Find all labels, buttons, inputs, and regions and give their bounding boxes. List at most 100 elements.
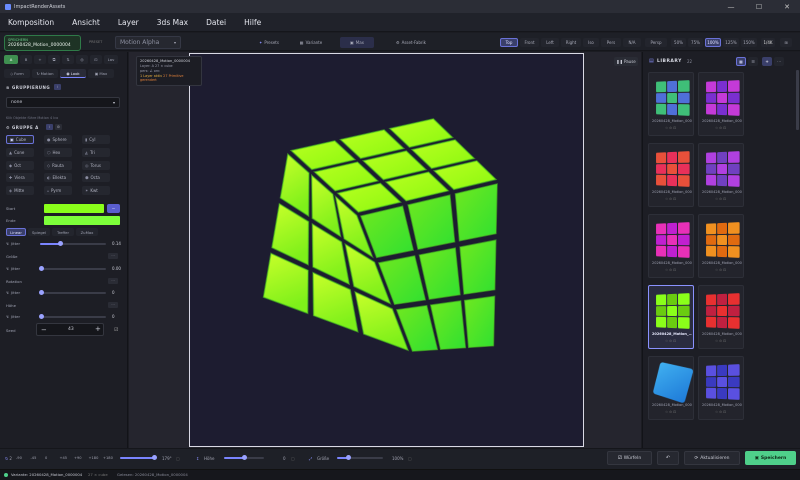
pause-button[interactable]: ❚❚ Pause	[614, 57, 638, 66]
interp-treffer[interactable]: Treffer	[52, 228, 74, 236]
view-na[interactable]: N/A	[623, 38, 641, 47]
maximize-button[interactable]: ☐	[746, 0, 772, 13]
shape-button-viera[interactable]: ✚ Viera	[6, 173, 34, 182]
interp-linear[interactable]: Linear	[6, 228, 26, 236]
interp-zumax[interactable]: ZuMax	[76, 228, 98, 236]
layer-a-tab[interactable]: A	[4, 55, 18, 64]
dice-icon[interactable]: ⚂	[114, 327, 118, 333]
add-layer-icon[interactable]: +	[34, 55, 46, 64]
interp-spiegel[interactable]: Spiegel	[28, 228, 50, 236]
menu-datei[interactable]: Datei	[206, 18, 226, 27]
shape-button-cone[interactable]: ▲ Cone	[6, 148, 34, 157]
library-card-actions-icon[interactable]: ☆ ⊙ ⊡	[665, 410, 676, 414]
menu-layer[interactable]: Layer	[118, 18, 139, 27]
lock-icon[interactable]: ⊡	[90, 55, 102, 64]
library-card-actions-icon[interactable]: ☆ ⊙ ⊡	[665, 268, 676, 272]
start-color-swatch[interactable]	[44, 204, 104, 213]
menu-komposition[interactable]: Komposition	[8, 18, 54, 27]
hoehe-slider[interactable]	[224, 457, 264, 459]
seed-increment-button[interactable]: +	[95, 325, 101, 333]
rotation-preset-button[interactable]: -45	[31, 451, 37, 465]
visibility-icon[interactable]: ◎	[76, 55, 88, 64]
tab-look[interactable]: ◉ Look	[60, 69, 86, 78]
library-card[interactable]: 20260428_Motion_000... ☆ ⊙ ⊡	[698, 285, 744, 349]
seed-decrement-button[interactable]: −	[41, 326, 47, 334]
shape-button-tri[interactable]: ◭ Tri	[82, 148, 110, 157]
tab-form[interactable]: ◇ Form	[4, 69, 30, 78]
menu-ansicht[interactable]: Ansicht	[72, 18, 100, 27]
library-card-actions-icon[interactable]: ☆ ⊙ ⊡	[715, 410, 726, 414]
resolution-4k[interactable]: 1/4K	[761, 38, 775, 47]
rotation-slider[interactable]	[120, 457, 156, 459]
shape-button-octa[interactable]: ⬢ Octa	[82, 173, 110, 182]
end-color-swatch[interactable]	[44, 216, 120, 225]
jitter-slider-4[interactable]	[40, 292, 106, 294]
close-button[interactable]: ✕	[774, 0, 800, 13]
library-card[interactable]: 20260428_Motion_000... ☆ ⊙ ⊡	[698, 214, 744, 278]
rotation-reset-icon[interactable]: ▢	[176, 451, 180, 465]
tab-max-left[interactable]: ▣ Max	[88, 69, 114, 78]
view-pers[interactable]: Pers	[601, 38, 621, 47]
jitter-slider-6[interactable]	[40, 316, 106, 318]
preset-select[interactable]: Motion Alpha ▾	[115, 36, 181, 49]
gruppe-a-info-icon[interactable]: i	[46, 124, 53, 130]
library-grid-view-button[interactable]: ▦	[736, 57, 746, 66]
gruppierung-select[interactable]: none ▾	[6, 97, 120, 108]
tab-presets[interactable]: ✦ Presets	[252, 37, 286, 48]
tab-motion[interactable]: ↻ Motion	[32, 69, 58, 78]
shape-button-kwt[interactable]: ✶ Kwt	[82, 186, 110, 195]
shape-button-torus[interactable]: ◎ Torus	[82, 161, 110, 170]
speichern-button[interactable]: ▣ Speichern	[745, 451, 796, 465]
shape-button-mitte[interactable]: ◈ Mitte	[6, 186, 34, 195]
view-front[interactable]: Front	[520, 38, 539, 47]
param-options-button-1[interactable]: ⋯	[108, 253, 118, 259]
zoom-125[interactable]: 125%	[723, 38, 739, 47]
library-card[interactable]: 20260428_Motion_000... ☆ ⊙ ⊡	[648, 72, 694, 136]
library-card-actions-icon[interactable]: ☆ ⊙ ⊡	[715, 197, 726, 201]
param-options-button-5[interactable]: ⋯	[108, 302, 118, 308]
library-card[interactable]: 20260428_Motion_000... ☆ ⊙ ⊡	[698, 143, 744, 207]
shape-button-cube[interactable]: ▣ Cube	[6, 135, 34, 144]
aktualisieren-button[interactable]: ⟳ Aktualisieren	[684, 451, 740, 465]
library-card[interactable]: 20260428_Motion_000... ☆ ⊙ ⊡	[648, 356, 694, 420]
tab-variante[interactable]: ▦ Variante	[294, 37, 328, 48]
groesse-slider[interactable]	[337, 457, 383, 459]
rotation-preset-button[interactable]: +90	[74, 451, 82, 465]
shape-button-pyrm[interactable]: ▵ Pyrm	[44, 186, 72, 195]
shape-button-sphere[interactable]: ● Sphere	[44, 135, 72, 144]
layer-tab-more[interactable]: Lav	[104, 55, 118, 64]
view-iso[interactable]: Iso	[583, 38, 599, 47]
layout-icon[interactable]: ⊞	[780, 38, 792, 47]
library-card-actions-icon[interactable]: ☆ ⊙ ⊡	[715, 339, 726, 343]
param-options-button-3[interactable]: ⋯	[108, 278, 118, 284]
library-card[interactable]: 20260428_Motion_... ☆ ⊙ ⊡	[648, 285, 694, 349]
minimize-button[interactable]: —	[718, 0, 744, 13]
library-card[interactable]: 20260428_Motion_000... ☆ ⊙ ⊡	[698, 356, 744, 420]
library-card[interactable]: 20260428_Motion_000... ☆ ⊙ ⊡	[648, 214, 694, 278]
menu-3dsmax[interactable]: 3ds Max	[157, 18, 188, 27]
rotation-preset-button[interactable]: 0	[45, 451, 47, 465]
library-card-actions-icon[interactable]: ☆ ⊙ ⊡	[665, 197, 676, 201]
rotation-preset-button[interactable]: +45	[60, 451, 68, 465]
library-menu-button[interactable]: ⋯	[774, 57, 784, 66]
start-color-picker-button[interactable]: ···	[107, 204, 120, 213]
groesse-reset-icon[interactable]: ▢	[408, 451, 412, 465]
tab-max[interactable]: ▣ Max	[340, 37, 374, 48]
zoom-100[interactable]: 100%	[705, 38, 721, 47]
rotation-preset-button[interactable]: +180	[89, 451, 99, 465]
zoom-75[interactable]: 75%	[688, 38, 703, 47]
jitter-slider-2[interactable]	[40, 268, 106, 270]
view-left[interactable]: Left	[541, 38, 559, 47]
library-card[interactable]: 20260428_Motion_000... ☆ ⊙ ⊡	[648, 143, 694, 207]
copy-layer-icon[interactable]: ⧉	[48, 55, 60, 64]
wuerfeln-button[interactable]: ⚂ Würfeln	[607, 451, 652, 465]
menu-hilfe[interactable]: Hilfe	[244, 18, 261, 27]
zoom-150[interactable]: 150%	[741, 38, 757, 47]
tab-asset-fabrik[interactable]: ⚙ Asset-Fabrik	[386, 37, 436, 48]
view-right[interactable]: Right	[561, 38, 581, 47]
render-canvas[interactable]	[189, 53, 584, 447]
shape-button-oct[interactable]: ◆ Oct	[6, 161, 34, 170]
library-card[interactable]: 20260428_Motion_000... ☆ ⊙ ⊡	[698, 72, 744, 136]
view-persp[interactable]: Persp	[645, 38, 667, 47]
seed-stepper[interactable]: − 43 +	[36, 323, 104, 336]
